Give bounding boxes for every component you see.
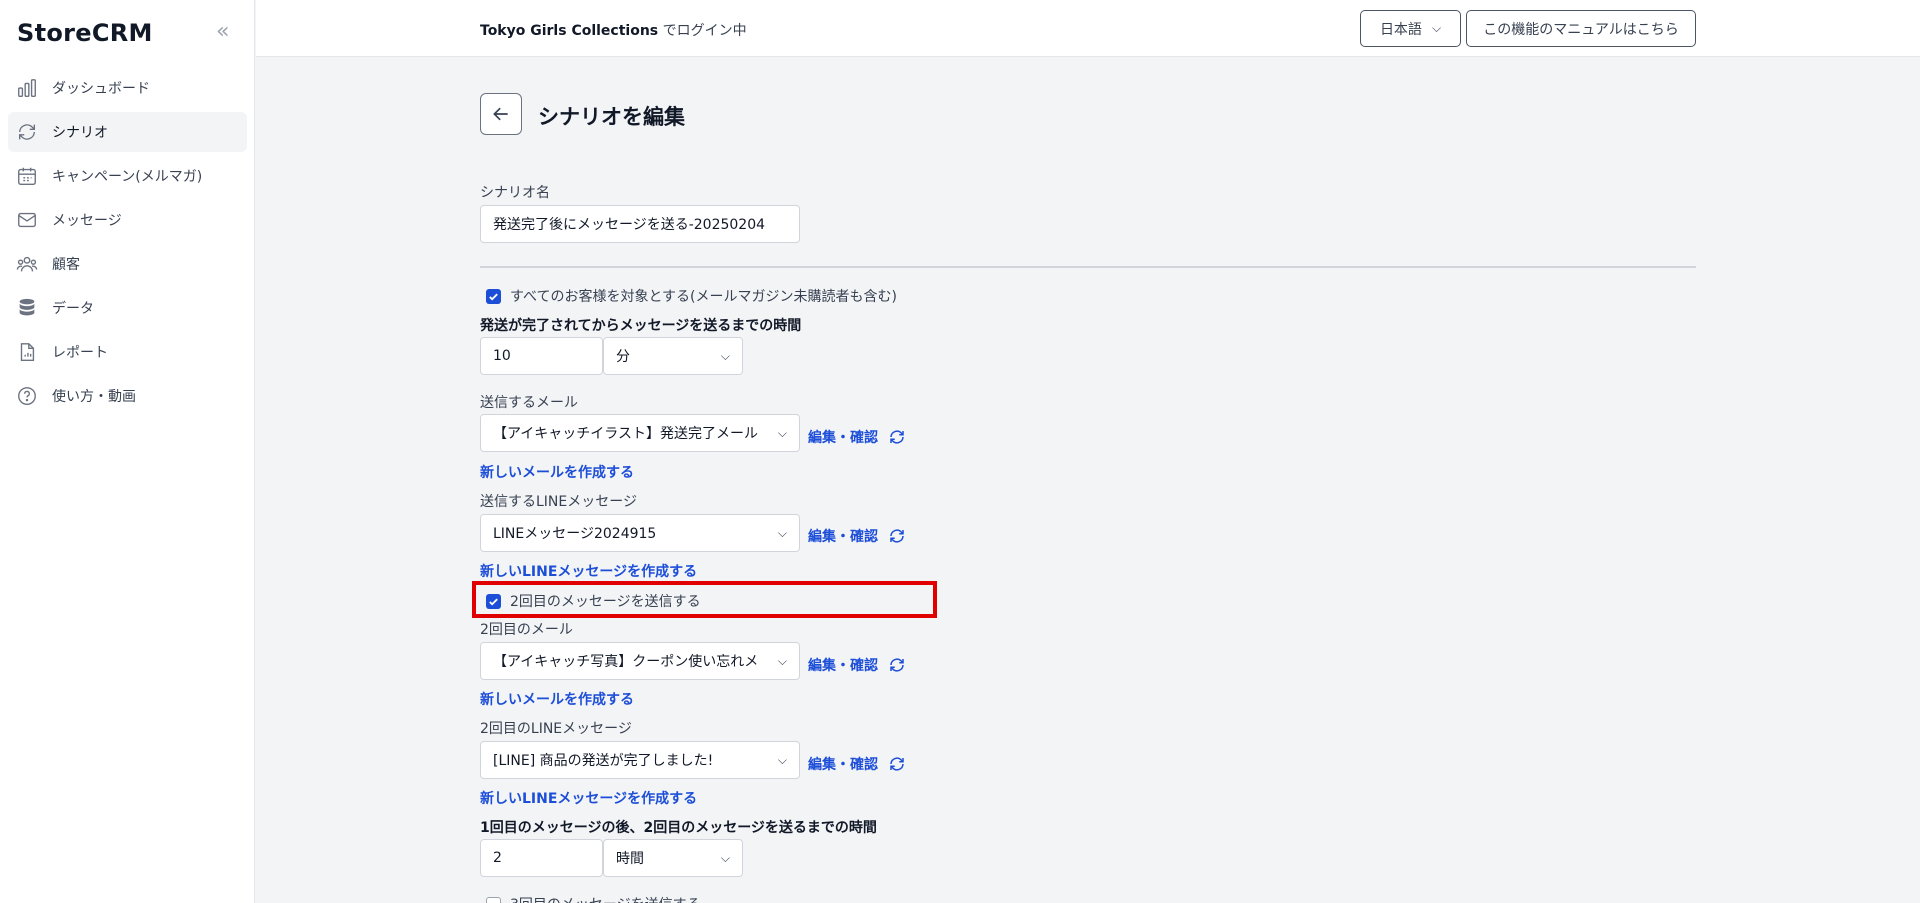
line-select[interactable]: LINEメッセージ2024915 ⌵ (480, 514, 800, 552)
users-icon (16, 253, 38, 275)
delay-unit-value: 分 (616, 349, 630, 365)
sidebar: StoreCRM « ダッシュボード シナリオ キャンペーン(メルマガ) メッセ… (0, 0, 255, 903)
chevron-down-icon: ⌵ (720, 348, 730, 363)
store-name: Tokyo Girls Collections (480, 23, 659, 39)
collapse-sidebar-icon[interactable]: « (216, 21, 236, 43)
refresh-icon[interactable] (888, 527, 906, 545)
sidebar-item-data[interactable]: データ (8, 288, 247, 328)
manual-button[interactable]: この機能のマニュアルはこちら (1466, 10, 1696, 47)
edit-confirm-label: 編集・確認 (808, 529, 878, 545)
second-line-select[interactable]: [LINE] 商品の発送が完了しました! ⌵ (480, 741, 800, 779)
login-suffix: でログイン中 (658, 23, 747, 39)
second-mail-edit-confirm-link[interactable]: 編集・確認 (808, 655, 906, 675)
chevron-down-icon: ⌵ (1431, 21, 1442, 35)
page-title: シナリオを編集 (538, 105, 685, 129)
sidebar-item-customers[interactable]: 顧客 (8, 244, 247, 284)
second-delay-label: 1回目のメッセージの後、2回目のメッセージを送るまでの時間 (480, 820, 877, 836)
envelope-icon (16, 209, 38, 231)
calendar-icon (16, 165, 38, 187)
third-message-checkbox-row[interactable]: 3回目のメッセージを送信する (480, 894, 701, 903)
check-icon (489, 293, 498, 301)
bar-chart-icon (16, 77, 38, 99)
sidebar-item-dashboard[interactable]: ダッシュボード (8, 68, 247, 108)
new-line-link[interactable]: 新しいLINEメッセージを作成する (480, 561, 697, 581)
second-mail-select[interactable]: 【アイキャッチ写真】クーポン使い忘れメ ⌵ (480, 642, 800, 680)
sidebar-item-campaign[interactable]: キャンペーン(メルマガ) (8, 156, 247, 196)
refresh-icon[interactable] (888, 656, 906, 674)
scenario-name-label: シナリオ名 (480, 185, 550, 201)
sidebar-item-label: ダッシュボード (52, 81, 150, 97)
second-delay-unit-select[interactable]: 時間 ⌵ (603, 839, 743, 877)
divider (480, 266, 1696, 268)
sidebar-item-help[interactable]: 使い方・動画 (8, 376, 247, 416)
arrow-left-icon (493, 107, 508, 121)
all-customers-checkbox[interactable] (486, 288, 501, 304)
line-select-value: LINEメッセージ2024915 (493, 526, 657, 542)
sidebar-item-label: 顧客 (52, 257, 80, 273)
top-header: Tokyo Girls Collections でログイン中 日本語 ⌵ この機… (256, 0, 1920, 57)
sidebar-item-label: データ (52, 301, 94, 317)
language-select[interactable]: 日本語 ⌵ (1360, 10, 1461, 47)
edit-confirm-label: 編集・確認 (808, 430, 878, 446)
second-mail-select-value: 【アイキャッチ写真】クーポン使い忘れメ (493, 654, 759, 670)
all-customers-checkbox-row[interactable]: すべてのお客様を対象とする(メールマガジン未購読者も含む) (480, 286, 897, 306)
second-line-select-value: [LINE] 商品の発送が完了しました! (493, 753, 714, 769)
scenario-name-input[interactable]: 発送完了後にメッセージを送る-20250204 (480, 205, 800, 243)
second-delay-unit-value: 時間 (616, 851, 644, 867)
third-message-checkbox[interactable] (486, 896, 501, 903)
sidebar-item-message[interactable]: メッセージ (8, 200, 247, 240)
delay-value-input[interactable]: 10 (480, 337, 603, 375)
question-circle-icon (16, 385, 38, 407)
second-line-edit-confirm-link[interactable]: 編集・確認 (808, 754, 906, 774)
second-new-mail-link[interactable]: 新しいメールを作成する (480, 689, 634, 709)
database-icon (16, 297, 38, 319)
chevron-down-icon: ⌵ (777, 653, 787, 668)
second-mail-label: 2回目のメール (480, 622, 573, 638)
language-value: 日本語 (1379, 21, 1422, 38)
delay-unit-select[interactable]: 分 ⌵ (603, 337, 743, 375)
mail-label: 送信するメール (480, 395, 578, 411)
edit-confirm-label: 編集・確認 (808, 658, 878, 674)
mail-select[interactable]: 【アイキャッチイラスト】発送完了メール ⌵ (480, 414, 800, 452)
sidebar-item-label: キャンペーン(メルマガ) (52, 169, 203, 185)
sidebar-item-label: シナリオ (52, 125, 108, 141)
sidebar-item-report[interactable]: レポート (8, 332, 247, 372)
third-message-label: 3回目のメッセージを送信する (510, 894, 701, 903)
all-customers-label: すべてのお客様を対象とする(メールマガジン未購読者も含む) (510, 289, 897, 305)
back-button[interactable] (480, 93, 522, 135)
second-new-line-link[interactable]: 新しいLINEメッセージを作成する (480, 788, 697, 808)
line-edit-confirm-link[interactable]: 編集・確認 (808, 526, 906, 546)
edit-confirm-label: 編集・確認 (808, 757, 878, 773)
sidebar-item-label: メッセージ (52, 213, 122, 229)
new-mail-link[interactable]: 新しいメールを作成する (480, 462, 634, 482)
chevron-down-icon: ⌵ (720, 850, 730, 865)
chevron-down-icon: ⌵ (777, 425, 787, 440)
sidebar-item-label: レポート (52, 345, 108, 361)
refresh-icon[interactable] (888, 755, 906, 773)
highlight-box (472, 581, 937, 618)
line-label: 送信するLINEメッセージ (480, 494, 637, 510)
sidebar-item-label: 使い方・動画 (52, 389, 136, 405)
refresh-cycle-icon (16, 121, 38, 143)
delay-label: 発送が完了されてからメッセージを送るまでの時間 (480, 318, 802, 334)
sidebar-nav: ダッシュボード シナリオ キャンペーン(メルマガ) メッセージ 顧客 データ レ… (8, 68, 247, 420)
sidebar-item-scenario[interactable]: シナリオ (8, 112, 247, 152)
chevron-down-icon: ⌵ (777, 525, 787, 540)
second-delay-value-input[interactable]: 2 (480, 839, 603, 877)
refresh-icon[interactable] (888, 428, 906, 446)
chevron-down-icon: ⌵ (777, 752, 787, 767)
mail-select-value: 【アイキャッチイラスト】発送完了メール (493, 426, 759, 442)
mail-edit-confirm-link[interactable]: 編集・確認 (808, 427, 906, 447)
brand-logo: StoreCRM (17, 19, 153, 47)
document-report-icon (16, 341, 38, 363)
second-line-label: 2回目のLINEメッセージ (480, 721, 632, 737)
login-info: Tokyo Girls Collections でログイン中 (480, 20, 747, 40)
